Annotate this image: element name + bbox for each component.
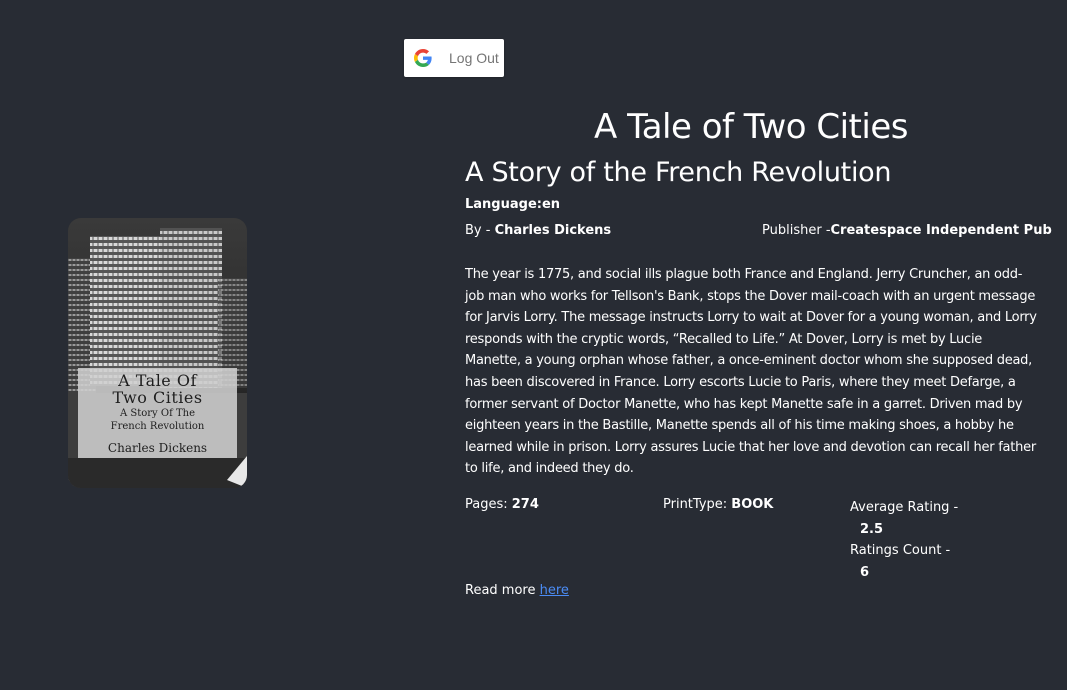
book-subtitle: A Story of the French Revolution: [465, 157, 892, 188]
logout-label: Log Out: [449, 50, 499, 66]
cover-subtitle-line2: French Revolution: [110, 421, 205, 432]
printtype-line: PrintType: BOOK: [663, 497, 773, 512]
google-logout-button[interactable]: Log Out: [404, 39, 504, 77]
by-label: By -: [465, 223, 495, 238]
printtype-label: PrintType:: [663, 497, 732, 512]
average-rating-label: Average Rating -: [850, 500, 959, 515]
cover-title-line2: Two Cities: [112, 388, 203, 407]
cover-author: Charles Dickens: [107, 441, 208, 455]
pages-label: Pages:: [465, 497, 512, 512]
book-detail-page: Log Out A Tale Of Two Cities A Story Of …: [0, 0, 1067, 690]
read-more-line: Read more here: [465, 583, 569, 598]
language-label: Language:: [465, 197, 542, 212]
printtype-value: BOOK: [731, 497, 774, 512]
rating-block: Average Rating - 2.5 Ratings Count - 6: [850, 497, 958, 583]
author-name: Charles Dickens: [494, 223, 612, 238]
cover-title-line1: A Tale Of: [118, 371, 197, 390]
pages-line: Pages: 274: [465, 497, 539, 512]
ratings-count-label: Ratings Count -: [850, 543, 951, 559]
book-description: The year is 1775, and social ills plague…: [465, 267, 1037, 477]
publisher-label: Publisher -: [762, 223, 831, 238]
google-g-icon: [414, 49, 432, 67]
publisher-line: Publisher -Createspace Independent Pub: [762, 223, 1052, 238]
book-title: A Tale of Two Cities: [594, 107, 908, 147]
read-more-label: Read more: [465, 583, 540, 598]
language-line: Language:en: [465, 197, 560, 212]
publisher-name: Createspace Independent Pub: [830, 223, 1052, 238]
cover-subtitle-line1: A Story Of The: [119, 408, 195, 419]
author-line: By - Charles Dickens: [465, 223, 611, 238]
read-more-link[interactable]: here: [540, 583, 569, 598]
pages-value: 274: [511, 497, 539, 512]
language-value: en: [541, 197, 561, 212]
average-rating-value: 2.5: [860, 521, 884, 537]
ratings-count-value: 6: [860, 564, 870, 580]
cover-text: A Tale Of Two Cities A Story Of The Fren…: [82, 372, 233, 455]
book-cover-image: A Tale Of Two Cities A Story Of The Fren…: [68, 218, 247, 488]
